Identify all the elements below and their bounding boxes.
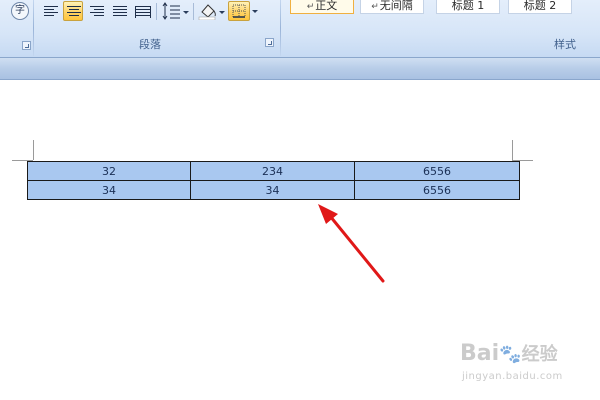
paw-icon: 🐾 <box>499 344 522 365</box>
shading-icon <box>198 4 216 21</box>
line-spacing-button[interactable] <box>160 1 190 21</box>
table-cell[interactable]: 234 <box>190 161 355 181</box>
table-cell[interactable]: 6556 <box>354 161 520 181</box>
style-heading-2[interactable]: 标题 2 <box>508 0 572 14</box>
style-no-spacing[interactable]: ↵无间隔 <box>360 0 424 14</box>
watermark-brand: Bai🐾经验 <box>460 340 558 366</box>
paragraph-mark-icon: ↵ <box>371 2 379 12</box>
styles-group-label: 样式 <box>554 38 576 51</box>
table-cell[interactable]: 34 <box>190 180 355 200</box>
button-divider <box>193 3 194 20</box>
justify-icon <box>113 6 127 18</box>
shading-button[interactable] <box>196 1 226 21</box>
distributed-button[interactable] <box>132 1 152 21</box>
paragraph-group-label: 段落 <box>139 38 161 51</box>
chevron-down-icon[interactable] <box>252 10 258 13</box>
align-right-icon <box>90 6 104 18</box>
ribbon: 字 段落 ↵正文 ↵无间隔 标题 1 标题 2 样式 <box>0 0 600 58</box>
style-heading-1[interactable]: 标题 1 <box>436 0 500 14</box>
borders-button[interactable] <box>228 1 250 21</box>
ruler-band <box>0 58 600 80</box>
table-row: 34 34 6556 <box>27 180 520 200</box>
justify-button[interactable] <box>109 1 129 21</box>
table-row: 32 234 6556 <box>27 161 520 181</box>
chevron-down-icon <box>219 11 225 14</box>
align-center-button[interactable] <box>63 1 83 21</box>
distributed-icon <box>135 6 151 18</box>
paragraph-mark-icon: ↵ <box>306 2 315 12</box>
watermark-brand-text: Bai <box>460 341 500 366</box>
paragraph-dialog-launcher[interactable] <box>265 38 274 47</box>
style-label: 正文 <box>315 0 338 12</box>
style-label: 标题 1 <box>451 0 485 12</box>
watermark-url: jingyan.baidu.com <box>462 371 563 382</box>
align-left-button[interactable] <box>40 1 60 21</box>
style-normal[interactable]: ↵正文 <box>290 0 354 14</box>
crop-mark <box>512 140 513 160</box>
group-separator <box>280 0 281 56</box>
style-label: 标题 2 <box>523 0 557 12</box>
button-divider <box>156 3 157 20</box>
watermark-brand-cn: 经验 <box>521 344 558 365</box>
table-cell[interactable]: 32 <box>27 161 191 181</box>
data-table[interactable]: 32 234 6556 34 34 6556 <box>27 161 520 200</box>
font-dialog-launcher[interactable] <box>22 41 31 50</box>
group-separator <box>33 0 34 56</box>
crop-mark <box>33 140 34 160</box>
borders-icon <box>232 4 246 18</box>
table-cell[interactable]: 6556 <box>354 180 520 200</box>
align-center-icon <box>67 6 81 18</box>
align-left-icon <box>44 6 58 18</box>
phonetic-guide-button[interactable]: 字 <box>4 1 29 21</box>
phonetic-guide-icon: 字 <box>11 2 29 20</box>
align-right-button[interactable] <box>86 1 106 21</box>
chevron-down-icon <box>183 11 189 14</box>
style-label: 无间隔 <box>379 0 413 12</box>
table-cell[interactable]: 34 <box>27 180 191 200</box>
